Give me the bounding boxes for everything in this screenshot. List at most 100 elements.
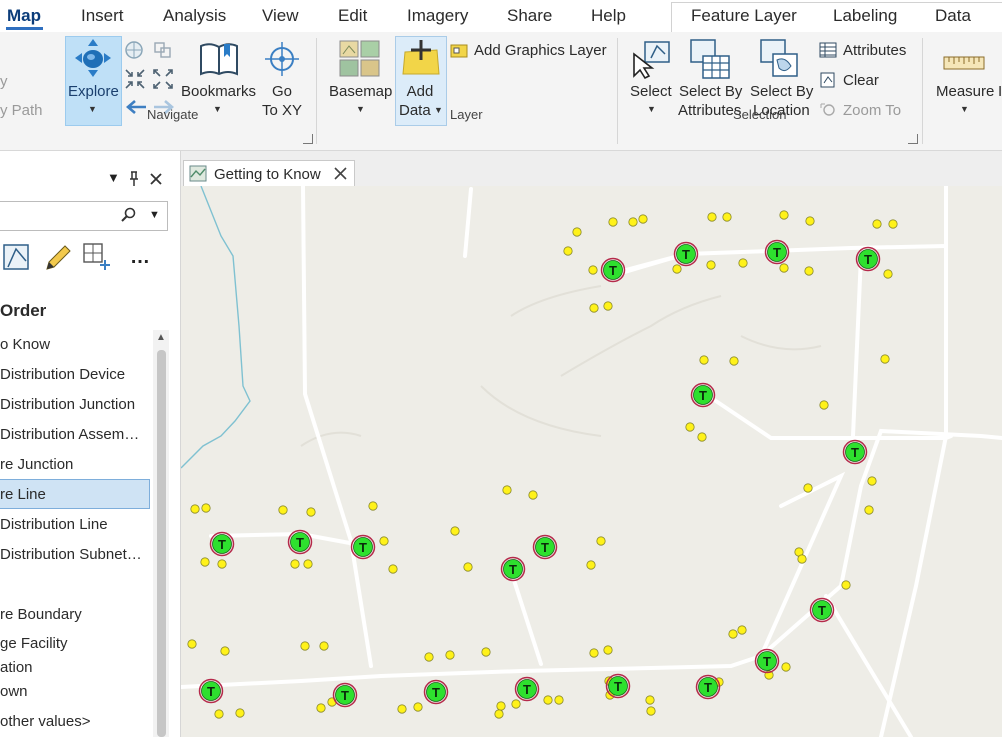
point-feature[interactable]	[872, 219, 882, 229]
clear-button[interactable]: Clear	[843, 72, 879, 90]
point-feature[interactable]	[608, 217, 618, 227]
zoom-out-fixed-icon[interactable]	[152, 68, 174, 90]
select-by-location-label-1[interactable]: Select By	[750, 83, 813, 101]
transformer-symbol[interactable]: T	[754, 648, 780, 674]
go-to-xy-icon[interactable]	[263, 40, 301, 78]
zoom-in-fixed-icon[interactable]	[124, 68, 146, 90]
point-feature[interactable]	[803, 483, 813, 493]
point-feature[interactable]	[603, 645, 613, 655]
transformer-symbol[interactable]: T	[605, 673, 631, 699]
layer-item[interactable]: ation	[0, 659, 33, 676]
point-feature[interactable]	[589, 303, 599, 313]
layer-item[interactable]: other values>	[0, 713, 90, 730]
list-by-editing-icon[interactable]	[43, 243, 71, 271]
transformer-symbol[interactable]: T	[764, 239, 790, 265]
layer-item[interactable]: Distribution Subnet…	[0, 546, 142, 563]
close-icon[interactable]	[334, 167, 347, 180]
tab-labeling[interactable]: Labeling	[833, 6, 897, 26]
point-feature[interactable]	[397, 704, 407, 714]
point-feature[interactable]	[706, 260, 716, 270]
select-by-attributes-label-2[interactable]: Attributes	[678, 102, 741, 120]
transformer-symbol[interactable]: T	[332, 682, 358, 708]
previous-extent-icon[interactable]	[152, 40, 174, 60]
transformer-symbol[interactable]: T	[198, 678, 224, 704]
point-feature[interactable]	[368, 501, 378, 511]
point-feature[interactable]	[699, 355, 709, 365]
tab-imagery[interactable]: Imagery	[407, 6, 468, 26]
layer-item[interactable]: re Boundary	[0, 606, 82, 623]
tab-map[interactable]: Map	[7, 6, 41, 26]
point-feature[interactable]	[883, 269, 893, 279]
point-feature[interactable]	[424, 652, 434, 662]
point-feature[interactable]	[303, 559, 313, 569]
point-feature[interactable]	[781, 662, 791, 672]
point-feature[interactable]	[214, 709, 224, 719]
point-feature[interactable]	[888, 219, 898, 229]
bookmarks-label[interactable]: Bookmarks	[181, 83, 256, 101]
transformer-symbol[interactable]: T	[855, 246, 881, 272]
point-feature[interactable]	[543, 695, 553, 705]
contents-scrollbar-thumb[interactable]	[157, 350, 166, 737]
contents-search-input[interactable]	[0, 201, 168, 231]
point-feature[interactable]	[496, 701, 506, 711]
back-arrow-icon[interactable]	[124, 98, 148, 116]
tab-insert[interactable]: Insert	[81, 6, 124, 26]
cut-ribbon-item-2[interactable]: y Path	[0, 102, 43, 120]
transformer-symbol[interactable]: T	[809, 597, 835, 623]
more-options-icon[interactable]: …	[130, 246, 150, 269]
tab-share[interactable]: Share	[507, 6, 552, 26]
search-options-chevron-icon[interactable]: ▼	[149, 209, 160, 221]
point-feature[interactable]	[217, 559, 227, 569]
point-feature[interactable]	[586, 560, 596, 570]
tab-view[interactable]: View	[262, 6, 299, 26]
point-feature[interactable]	[463, 562, 473, 572]
point-feature[interactable]	[645, 695, 655, 705]
select-by-location-icon[interactable]	[759, 38, 801, 80]
point-feature[interactable]	[685, 422, 695, 432]
point-feature[interactable]	[201, 503, 211, 513]
pin-icon[interactable]	[128, 171, 140, 187]
layer-item[interactable]: o Know	[0, 336, 50, 353]
point-feature[interactable]	[563, 246, 573, 256]
point-feature[interactable]	[220, 646, 230, 656]
point-feature[interactable]	[779, 210, 789, 220]
point-feature[interactable]	[738, 258, 748, 268]
go-to-xy-label-2[interactable]: To XY	[256, 102, 308, 120]
point-feature[interactable]	[596, 536, 606, 546]
point-feature[interactable]	[235, 708, 245, 718]
point-feature[interactable]	[554, 695, 564, 705]
transformer-symbol[interactable]: T	[690, 382, 716, 408]
layer-item[interactable]: Distribution Junction	[0, 396, 135, 413]
select-label[interactable]: Select	[630, 83, 672, 101]
point-feature[interactable]	[588, 265, 598, 275]
attributes-button[interactable]: Attributes	[843, 42, 906, 60]
transformer-symbol[interactable]: T	[695, 674, 721, 700]
transformer-symbol[interactable]: T	[423, 679, 449, 705]
point-feature[interactable]	[306, 507, 316, 517]
measure-label[interactable]: Measure	[936, 83, 994, 101]
point-feature[interactable]	[481, 647, 491, 657]
globe-icon[interactable]	[124, 40, 144, 60]
point-feature[interactable]	[880, 354, 890, 364]
transformer-symbol[interactable]: T	[842, 439, 868, 465]
point-feature[interactable]	[729, 356, 739, 366]
bookmarks-icon[interactable]	[198, 40, 240, 78]
select-by-attributes-label-1[interactable]: Select By	[679, 83, 742, 101]
navigate-dialog-launcher-icon[interactable]	[303, 134, 313, 144]
point-feature[interactable]	[511, 699, 521, 709]
layer-item[interactable]: ge Facility	[0, 635, 68, 652]
point-feature[interactable]	[319, 641, 329, 651]
transformer-symbol[interactable]: T	[600, 257, 626, 283]
layer-item[interactable]: own	[0, 683, 28, 700]
measure-icon[interactable]	[943, 52, 985, 74]
transformer-symbol[interactable]: T	[532, 534, 558, 560]
point-feature[interactable]	[804, 266, 814, 276]
point-feature[interactable]	[300, 641, 310, 651]
point-feature[interactable]	[864, 505, 874, 515]
point-feature[interactable]	[672, 264, 682, 274]
transformer-symbol[interactable]: T	[350, 534, 376, 560]
point-feature[interactable]	[528, 490, 538, 500]
zoom-to-button[interactable]: Zoom To	[843, 102, 901, 120]
cut-ribbon-item-1[interactable]: y	[0, 73, 8, 91]
map-canvas[interactable]: T T T T T T T T T T T T T T T T T T T	[181, 186, 1002, 737]
